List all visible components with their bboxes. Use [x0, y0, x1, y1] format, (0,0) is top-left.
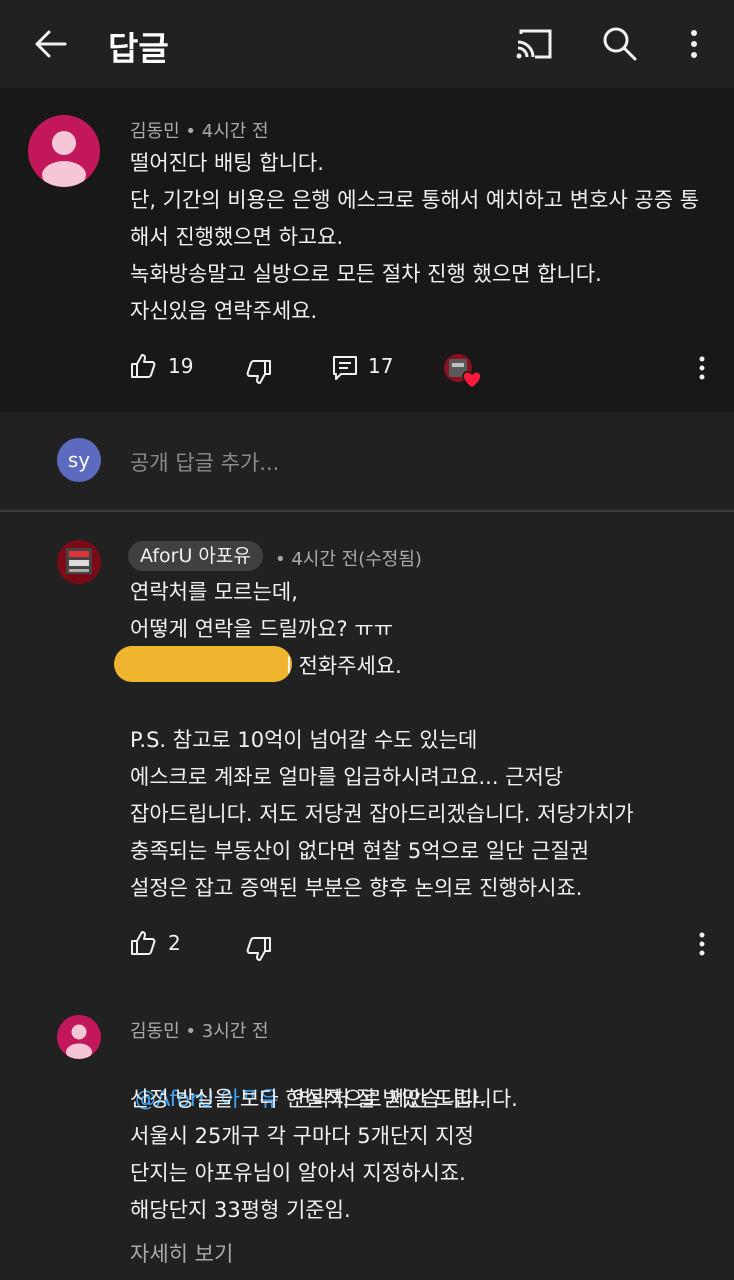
divider	[0, 510, 734, 512]
read-more-link[interactable]: 자세히 보기	[130, 1238, 233, 1268]
default-user-icon	[42, 131, 86, 187]
reply-line-3: l 전화주세요.	[286, 654, 402, 678]
cast-icon[interactable]	[512, 26, 556, 62]
comment-time: • 4시간 전(수정됨)	[275, 549, 422, 570]
user-initials: sy	[67, 448, 91, 472]
like-icon[interactable]	[128, 928, 158, 958]
page-title: 답글	[108, 29, 169, 68]
avatar[interactable]	[28, 115, 100, 187]
like-count: 2	[168, 931, 181, 955]
comment-text: 떨어진다 배팅 합니다. 단, 기간의 비용은 은행 에스크로 통해서 예치하고…	[130, 151, 700, 323]
app-bar: 답글	[0, 0, 734, 88]
like-count: 19	[168, 354, 194, 378]
add-reply-input[interactable]: 공개 답글 추가...	[130, 447, 279, 477]
channel-logo-icon	[66, 548, 92, 574]
comment-more-icon[interactable]	[692, 354, 712, 382]
avatar[interactable]	[57, 540, 101, 584]
author-chip[interactable]: AforU 아포유	[128, 541, 263, 571]
reply-ps-text: P.S. 참고로 10억이 넘어갈 수도 있는데 에스크로 계좌로 얼마를 입금…	[130, 728, 634, 900]
dislike-icon[interactable]	[244, 934, 274, 964]
dislike-icon[interactable]	[244, 357, 274, 387]
default-user-icon	[66, 1024, 92, 1059]
avatar[interactable]	[57, 1015, 101, 1059]
author-name[interactable]: 김동민	[130, 121, 180, 142]
comment-more-icon[interactable]	[692, 930, 712, 958]
author-name[interactable]: 김동민	[130, 1021, 180, 1042]
user-avatar: sy	[57, 438, 101, 482]
comment-time: 3시간 전	[201, 1021, 269, 1042]
reply-icon[interactable]	[330, 353, 360, 383]
reply-text: 산정 방실을 보다 현실적으로 제안 드립니다. 서울시 25개구 각 구마다 …	[130, 1087, 518, 1222]
more-vert-icon[interactable]	[682, 26, 706, 62]
back-arrow-icon[interactable]	[30, 24, 70, 64]
redaction-mark	[114, 646, 292, 682]
reply-line-2: 어떻게 연락을 드릴까요? ㅠㅠ	[130, 617, 394, 641]
search-icon[interactable]	[600, 24, 640, 64]
comment-meta: 김동민 • 4시간 전	[130, 121, 269, 142]
heart-icon	[460, 368, 484, 390]
reply-count: 17	[368, 354, 394, 378]
comment-meta: 김동민 • 3시간 전	[130, 1021, 269, 1042]
comment-time: 4시간 전	[201, 121, 269, 142]
like-icon[interactable]	[128, 351, 158, 381]
reply-line-1: 연락처를 모르는데,	[130, 580, 298, 604]
